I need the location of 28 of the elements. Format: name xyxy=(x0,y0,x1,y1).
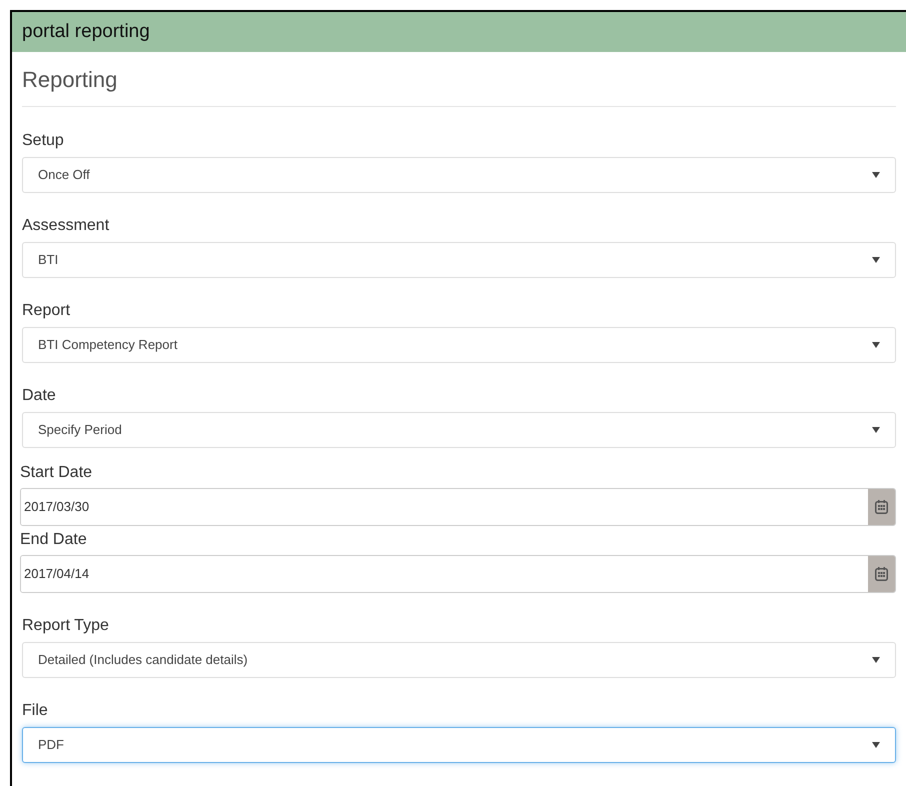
field-label: Report Type xyxy=(22,616,109,636)
calendar-icon xyxy=(875,500,888,514)
caret-icon xyxy=(872,657,880,663)
caret-icon xyxy=(872,342,880,348)
field-label: Setup xyxy=(22,131,64,151)
select-field[interactable]: BTI Competency Report xyxy=(22,327,896,363)
date-field[interactable]: 2017/04/14 xyxy=(20,555,896,593)
field-label: Assessment xyxy=(22,216,110,236)
page-title: Reporting xyxy=(22,66,118,94)
field-label: Report xyxy=(22,301,70,321)
select-field[interactable]: PDF xyxy=(22,727,896,763)
caret-icon xyxy=(872,427,880,433)
caret-icon xyxy=(872,742,880,748)
calendar-button[interactable] xyxy=(868,556,895,592)
caret-icon xyxy=(872,257,880,263)
select-field[interactable]: Detailed (Includes candidate details) xyxy=(22,642,896,678)
calendar-icon xyxy=(875,567,888,581)
select-field[interactable]: BTI xyxy=(22,242,896,278)
field-label: Start Date xyxy=(20,463,92,483)
date-field[interactable]: 2017/03/30 xyxy=(20,488,896,526)
field-label: File xyxy=(22,701,48,721)
calendar-button[interactable] xyxy=(868,489,895,525)
field-label: Date xyxy=(22,386,56,406)
caret-icon xyxy=(872,172,880,178)
select-field[interactable]: Once Off xyxy=(22,157,896,193)
field-label: End Date xyxy=(20,530,87,550)
header-title: portal reporting xyxy=(22,20,150,44)
select-field[interactable]: Specify Period xyxy=(22,412,896,448)
